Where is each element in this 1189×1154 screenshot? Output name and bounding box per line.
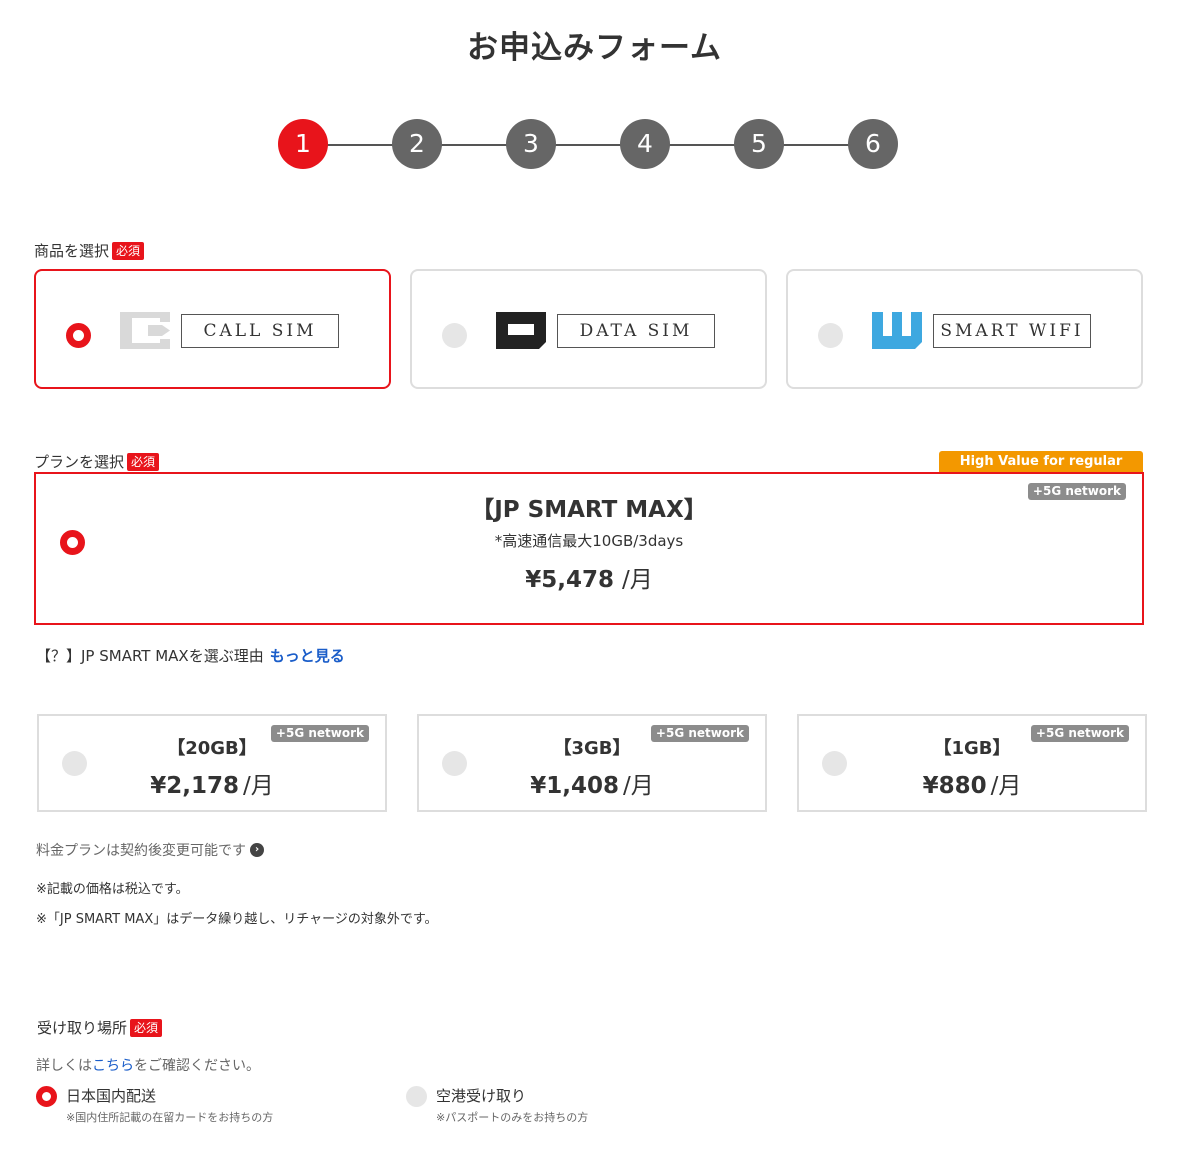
plan-note: *高速通信最大10GB/3days <box>494 532 684 550</box>
plan-price: ¥880/月 <box>799 766 1145 800</box>
plan-price-unit: /月 <box>243 773 274 799</box>
plan-card-20gb[interactable]: +5G network 【20GB】 ¥2,178/月 <box>37 714 387 812</box>
step-1: 1 <box>278 119 328 169</box>
plan-price-unit: /月 <box>990 773 1022 799</box>
receipt-radio-airport[interactable] <box>406 1086 427 1107</box>
step-6: 6 <box>848 119 898 169</box>
plan-price-value: ¥5,478 <box>525 567 614 593</box>
receipt-section-label: 受け取り場所 必須 <box>37 1017 163 1038</box>
plan-name: 【20GB】 <box>167 738 257 759</box>
step-2: 2 <box>392 119 442 169</box>
plan-change-text: 料金プランは契約後変更可能です <box>36 843 246 859</box>
plan-price: ¥1,408/月 <box>419 766 765 800</box>
plan-card-3gb[interactable]: +5G network 【3GB】 ¥1,408/月 <box>417 714 767 812</box>
product-radio-call-sim[interactable] <box>66 323 91 348</box>
featured-plan-badge: High Value for regular users <box>939 451 1143 491</box>
plan-name: 【JP SMART MAX】 <box>471 497 707 523</box>
step-indicator: 1 2 3 4 5 6 <box>278 119 900 171</box>
product-section-label: 商品を選択 必須 <box>34 240 145 261</box>
product-name-data-sim: DATA SIM <box>557 314 715 348</box>
plan-price-value: ¥1,408 <box>530 773 619 799</box>
receipt-label-text: 受け取り場所 <box>37 1019 128 1037</box>
required-badge: 必須 <box>130 1018 163 1037</box>
receipt-option-label: 日本国内配送 <box>66 1087 157 1105</box>
plan-price: ¥5,478/月 <box>36 560 1142 594</box>
receipt-option-sub: ※国内住所記載の在留カードをお持ちの方 <box>66 1111 274 1124</box>
step-3: 3 <box>506 119 556 169</box>
plan-price-value: ¥2,178 <box>150 773 239 799</box>
receipt-description: 詳しくはこちらをご確認ください。 <box>36 1055 260 1075</box>
desc-prefix: 詳しくは <box>36 1058 92 1074</box>
step-5: 5 <box>734 119 784 169</box>
product-card-smart-wifi[interactable]: SMART WIFI <box>786 269 1143 389</box>
required-badge: 必須 <box>112 241 145 260</box>
receipt-option-sub: ※パスポートのみをお持ちの方 <box>436 1111 589 1124</box>
rollover-note: ※「JP SMART MAX」はデータ繰り越し、リチャージの対象外です。 <box>36 912 438 927</box>
tax-note: ※記載の価格は税込です。 <box>36 882 189 897</box>
step-connector-line <box>304 144 874 146</box>
desc-suffix: をご確認ください。 <box>134 1058 260 1074</box>
data-sim-logo-icon <box>496 312 546 349</box>
step-4: 4 <box>620 119 670 169</box>
plan-section-label: プランを選択 必須 <box>34 451 160 472</box>
why-text: 【？】JP SMART MAXを選ぶ理由 <box>36 647 264 665</box>
plan-price-unit: /月 <box>622 567 653 593</box>
plan-label-text: プランを選択 <box>34 453 125 471</box>
product-name-smart-wifi: SMART WIFI <box>933 314 1091 348</box>
call-sim-logo-icon <box>120 312 170 349</box>
plan-price: ¥2,178/月 <box>39 766 385 800</box>
plan-name: 【1GB】 <box>933 738 1011 759</box>
more-link[interactable]: もっと見る <box>270 647 345 665</box>
why-jp-smart-max: 【？】JP SMART MAXを選ぶ理由 もっと見る <box>36 645 345 666</box>
product-label-text: 商品を選択 <box>34 242 110 260</box>
plan-name: 【3GB】 <box>553 738 631 759</box>
page-title: お申込みフォーム <box>466 30 723 66</box>
chevron-right-icon: › <box>250 843 264 857</box>
plan-card-jp-smart-max[interactable]: +5G network 【JP SMART MAX】 *高速通信最大10GB/3… <box>34 472 1144 625</box>
product-card-data-sim[interactable]: DATA SIM <box>410 269 767 389</box>
required-badge: 必須 <box>127 452 160 471</box>
plan-price-unit: /月 <box>623 773 654 799</box>
product-radio-smart-wifi[interactable] <box>818 323 843 348</box>
smart-wifi-logo-icon <box>872 312 922 349</box>
product-name-call-sim: CALL SIM <box>181 314 339 348</box>
plan-change-link[interactable]: 料金プランは契約後変更可能です › <box>36 840 264 860</box>
plan-card-1gb[interactable]: +5G network 【1GB】 ¥880/月 <box>797 714 1147 812</box>
details-link[interactable]: こちら <box>92 1058 134 1074</box>
receipt-option-label: 空港受け取り <box>436 1087 527 1105</box>
product-card-call-sim[interactable]: CALL SIM <box>34 269 391 389</box>
plan-price-value: ¥880 <box>922 773 987 799</box>
receipt-radio-domestic[interactable] <box>36 1086 57 1107</box>
product-radio-data-sim[interactable] <box>442 323 467 348</box>
